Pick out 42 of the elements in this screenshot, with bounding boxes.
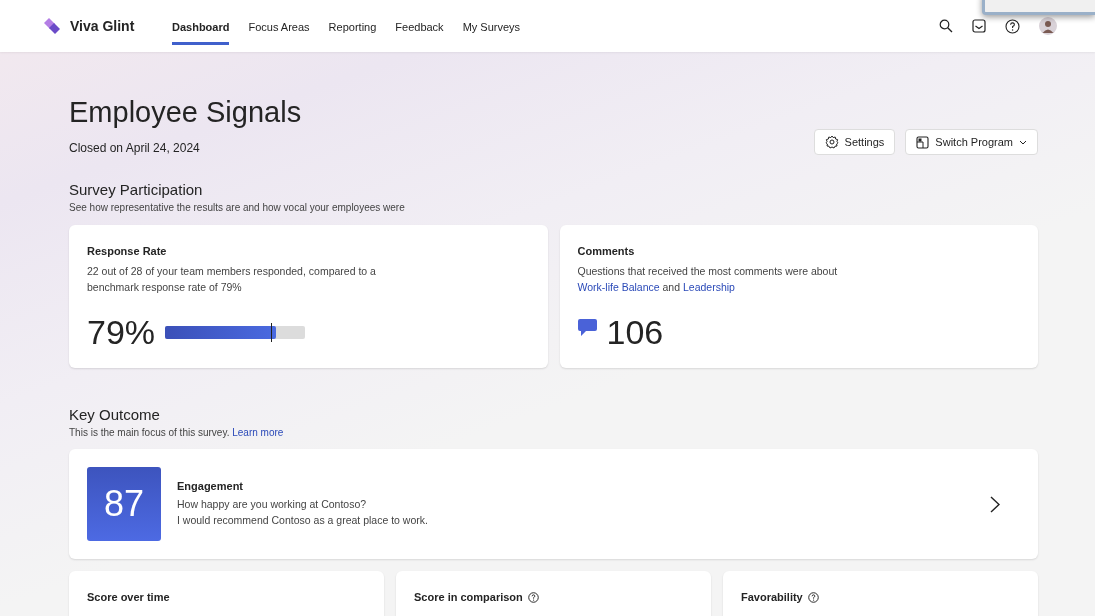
inbox-icon[interactable]: [972, 19, 986, 33]
nav-tab[interactable]: Feedback: [395, 7, 444, 45]
card-title: Score over time: [87, 591, 170, 603]
nav-tab[interactable]: Dashboard: [172, 7, 230, 45]
settings-icon: [824, 135, 839, 149]
section-description: See how representative the results are and how vocal your employees were: [69, 202, 406, 213]
app-name: Viva Glint: [70, 18, 135, 34]
comment-icon: [577, 319, 597, 337]
card-description: Questions that received the most comments were about Work-life Balance and Leadership: [577, 264, 839, 295]
topic-link[interactable]: Work-life Balance: [577, 281, 660, 293]
switch-program-button[interactable]: Switch Program: [905, 129, 1038, 155]
caret-icon: [1019, 139, 1027, 145]
section-title: Key Outcome: [69, 406, 161, 423]
outcome-name: Engagement: [177, 480, 244, 492]
outcome-card[interactable]: 87 Engagement How happy are you working at Contoso? I would recommend Contoso as a great place to work.: [69, 449, 1038, 559]
learn-more-link[interactable]: Learn more: [232, 427, 284, 438]
nav-tab[interactable]: My Surveys: [462, 7, 521, 45]
outcome-question: I would recommend Contoso as a great place to work.: [177, 513, 428, 528]
page-title: Employee Signals: [69, 96, 302, 129]
response-rate-value: 79%: [87, 313, 156, 352]
logo-icon: [42, 16, 62, 36]
card-title: Response Rate: [87, 245, 168, 257]
benchmark-marker: [271, 323, 273, 342]
avatar-icon[interactable]: [1039, 17, 1057, 35]
score-tile: 87: [87, 467, 161, 541]
chevron-right-icon[interactable]: [990, 495, 1000, 513]
card-title: Favorability: [741, 591, 803, 603]
search-icon[interactable]: [939, 19, 953, 33]
topic-link[interactable]: Leadership: [682, 281, 735, 293]
card-title: Score in comparison: [414, 591, 523, 603]
card-title: Comments: [577, 245, 636, 257]
settings-button[interactable]: Settings: [813, 129, 896, 155]
section-title: Survey Participation: [69, 181, 204, 198]
help-icon[interactable]: [1005, 18, 1020, 34]
section-description: This is the main focus of this survey. Learn more: [69, 427, 285, 438]
outcome-question: How happy are you working at Contoso?: [177, 497, 368, 512]
page-subtitle: Closed on April 24, 2024: [69, 141, 201, 155]
card-description: 22 out of 28 of your team members responded, compared to a benchmark response rate of 79%: [87, 264, 377, 295]
comment-count: 106: [606, 313, 664, 352]
window-icon: [916, 135, 930, 149]
nav-tab[interactable]: Reporting: [328, 7, 377, 45]
nav-tab[interactable]: Focus Areas: [248, 7, 310, 45]
